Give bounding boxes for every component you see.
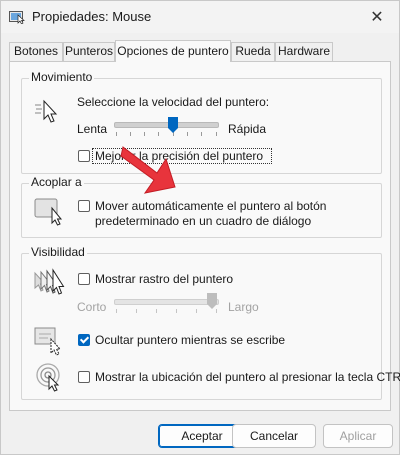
close-icon: ✕ [370,9,384,26]
trail-slider-track[interactable] [114,299,219,305]
mouse-properties-icon [9,11,25,24]
window-title: Propiedades: Mouse [32,9,152,24]
hide-pointer-label[interactable]: Ocultar puntero mientras se escribe [95,333,285,347]
group-legend: Visibilidad [29,245,87,259]
show-location-icon [36,363,60,392]
tab-punteros[interactable]: Punteros [63,42,115,61]
group-visibilidad: Visibilidad Mostrar rastro del puntero C… [21,245,400,400]
trail-long-label: Largo [228,300,259,314]
tab-panel: Movimiento Seleccione la velocidad del p… [9,61,400,411]
accept-button-label: Aceptar [181,429,223,443]
tab-opciones-de-puntero[interactable]: Opciones de puntero [115,40,231,62]
pointer-speed-icon [35,99,58,123]
tab-label: Botones [13,44,59,58]
cancel-button-label: Cancelar [249,429,299,443]
pointer-trails-icon [34,268,65,295]
tab-hardware[interactable]: Hardware [275,42,333,61]
trail-slider-ticks [116,309,217,315]
trail-short-label: Corto [77,300,107,314]
snap-to-checkbox[interactable] [78,200,90,212]
tab-label: Opciones de puntero [117,44,229,58]
speed-label: Seleccione la velocidad del puntero: [77,95,270,109]
tab-bar: Botones Punteros Opciones de puntero Rue… [9,40,391,62]
precision-checkbox[interactable] [78,150,90,162]
trail-slider-thumb[interactable] [206,292,218,310]
hide-pointer-icon [34,327,62,356]
close-button[interactable]: ✕ [355,1,399,33]
apply-button[interactable]: Aplicar [323,424,393,448]
tab-label: Punteros [64,44,114,58]
group-legend: Movimiento [29,70,95,84]
snap-to-icon [34,198,63,226]
tab-rueda[interactable]: Rueda [231,42,275,61]
tab-label: Hardware [277,44,331,58]
tab-label: Rueda [235,44,271,58]
tab-botones[interactable]: Botones [9,42,63,61]
apply-button-label: Aplicar [339,429,377,443]
red-pointer-arrow-annotation [120,146,176,194]
hide-pointer-checkbox[interactable] [78,334,90,346]
cancel-button[interactable]: Cancelar [232,424,316,448]
ctrl-location-checkbox[interactable] [78,371,90,383]
ctrl-location-label[interactable]: Mostrar la ubicación del puntero al pres… [95,370,400,384]
trail-checkbox[interactable] [78,273,90,285]
title-bar: Propiedades: Mouse ✕ [1,1,399,33]
group-legend: Acoplar a [29,175,84,189]
mouse-properties-window: Propiedades: Mouse ✕ Botones Punteros Op… [0,0,400,455]
trail-label[interactable]: Mostrar rastro del puntero [95,272,233,286]
snap-to-label-line2[interactable]: predeterminado en un cuadro de diálogo [95,214,311,228]
